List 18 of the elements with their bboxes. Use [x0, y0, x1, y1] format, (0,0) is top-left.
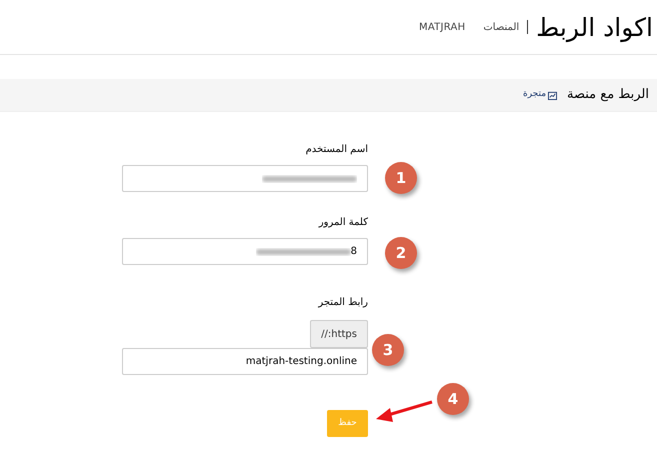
breadcrumb-link[interactable]: MATJRAH	[418, 20, 466, 34]
step-badge: 4	[437, 383, 469, 415]
field-label: كلمة المرور	[318, 216, 368, 230]
chart-icon	[548, 90, 558, 100]
step-badge: 2	[385, 237, 417, 269]
step-badge: 1	[385, 162, 417, 194]
input-field[interactable]	[122, 165, 368, 192]
field-label: رابط المتجر	[318, 296, 368, 310]
field-label: اسم المستخدم	[306, 143, 368, 157]
step-badge: 3	[372, 334, 404, 366]
url-prefix: https://	[310, 320, 368, 348]
input-field[interactable]: 8	[122, 238, 368, 265]
field-value: 8	[350, 245, 357, 259]
section-title: الربط مع منصة	[567, 86, 649, 104]
field-value: matjrah-testing.online	[246, 355, 357, 369]
breadcrumb-link[interactable]: المنصات	[483, 20, 520, 34]
store-link[interactable]: متجرة	[522, 88, 546, 102]
input-field[interactable]: matjrah-testing.online	[122, 348, 368, 375]
